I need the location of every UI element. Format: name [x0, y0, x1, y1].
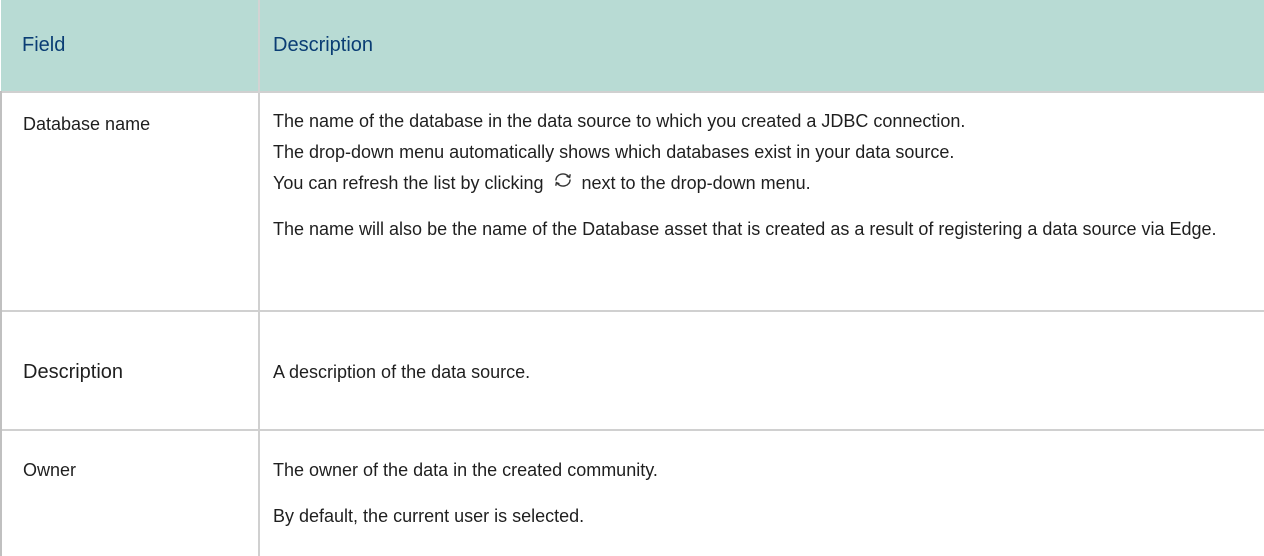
refresh-icon — [551, 170, 575, 190]
description-paragraph: A description of the data source. — [273, 362, 531, 382]
description-paragraph: The name will also be the name of the Da… — [273, 219, 1217, 239]
table-row: Description A description of the data so… — [0, 310, 1264, 430]
description-line: The drop-down menu automatically shows w… — [273, 142, 955, 162]
description-cell: The name of the database in the data sou… — [258, 91, 1264, 311]
table-row: Owner The owner of the data in the creat… — [0, 429, 1264, 556]
description-paragraph: The name of the database in the data sou… — [273, 106, 1235, 199]
field-name-cell: Database name — [0, 91, 259, 311]
description-paragraph: By default, the current user is selected… — [273, 506, 585, 526]
field-description-table: Field Description Database name The name… — [0, 0, 1264, 556]
header-field: Field — [1, 0, 259, 92]
description-line: The name of the database in the data sou… — [273, 111, 966, 131]
description-cell: A description of the data source. — [258, 310, 1264, 430]
description-line: You can refresh the list by clicking — [273, 173, 544, 193]
table-header-row: Field Description — [1, 0, 1264, 92]
description-paragraph: The owner of the data in the created com… — [273, 460, 658, 480]
table-row: Database name The name of the database i… — [0, 91, 1264, 311]
description-cell: The owner of the data in the created com… — [258, 429, 1264, 556]
field-name-cell: Owner — [0, 429, 259, 556]
field-name-cell: Description — [0, 310, 259, 430]
description-line: next to the drop-down menu. — [581, 173, 811, 193]
header-description: Description — [258, 0, 1264, 92]
